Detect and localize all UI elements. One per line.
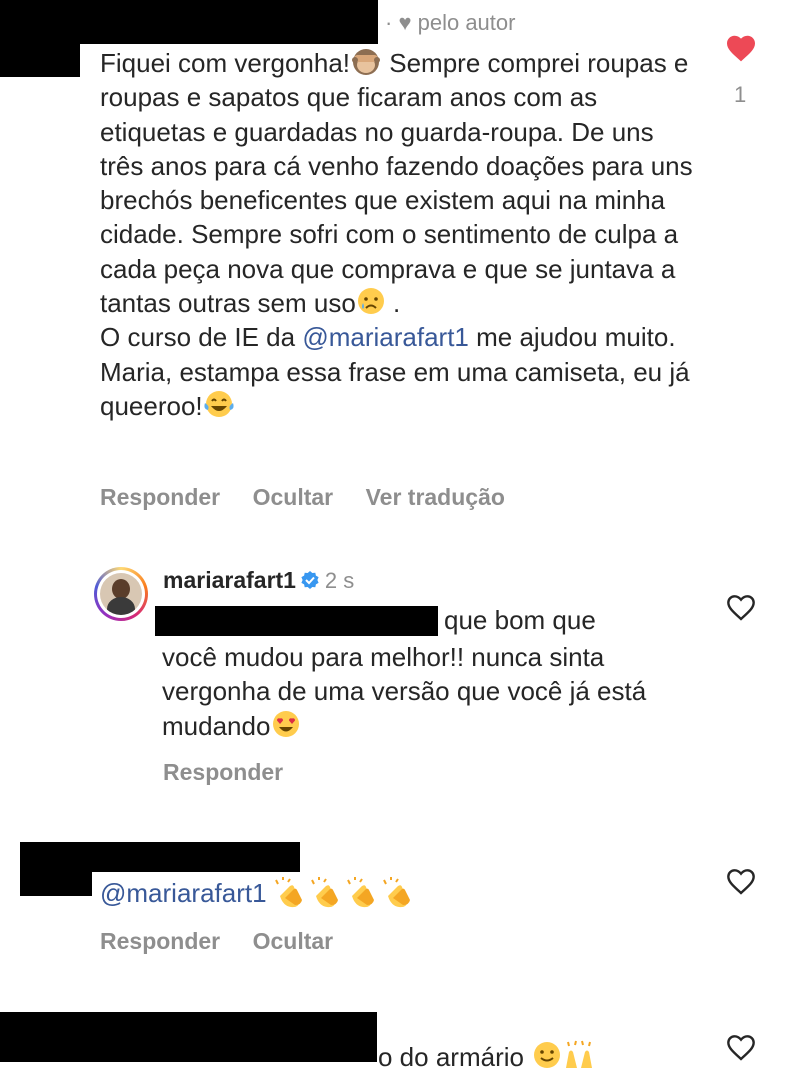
clapping-hands-emoji	[346, 876, 382, 912]
comment-text: Fiquei com vergonha! Sempre comprei roup…	[100, 46, 693, 421]
heart-outline-icon	[727, 1035, 755, 1061]
comment-text-partial: o do armário	[378, 1040, 595, 1074]
hide-button[interactable]: Ocultar	[253, 928, 334, 954]
heart-eyes-emoji	[270, 709, 302, 739]
mention-link[interactable]: @mariarafart1	[302, 322, 469, 352]
reply-button[interactable]: Responder	[163, 759, 283, 786]
like-button[interactable]	[725, 592, 757, 622]
redacted-username	[0, 0, 378, 44]
heart-outline-icon	[727, 595, 755, 621]
reply-header: mariarafart1 2 s	[163, 567, 354, 595]
redacted-username	[0, 1012, 377, 1062]
avatar[interactable]	[94, 567, 148, 621]
smiling-face-emoji	[531, 1040, 563, 1070]
raising-hands-emoji	[563, 1040, 595, 1070]
redacted-mention	[155, 606, 438, 636]
reply-text-first: que bom que	[444, 605, 596, 635]
comment-actions: Responder Ocultar Ver tradução	[100, 484, 505, 511]
clapping-hands-emoji-group	[274, 876, 418, 916]
reply-time: 2 s	[324, 568, 355, 593]
reply-button[interactable]: Responder	[100, 484, 220, 510]
like-count: 1	[734, 82, 747, 107]
tears-of-joy-emoji	[203, 389, 235, 419]
redacted-avatar	[0, 44, 80, 77]
mention-link[interactable]: @mariarafart1	[100, 878, 267, 908]
like-button[interactable]	[725, 866, 757, 896]
comment-actions: Responder Ocultar	[100, 928, 333, 955]
clapping-hands-emoji	[274, 876, 310, 912]
clapping-hands-emoji	[310, 876, 346, 912]
like-button[interactable]	[725, 1032, 757, 1062]
like-button[interactable]	[725, 33, 757, 63]
reply-username[interactable]: mariarafart1	[163, 567, 296, 593]
redacted-avatar	[20, 872, 92, 896]
comment-text: @mariarafart1	[100, 876, 418, 916]
clapping-hands-emoji	[382, 876, 418, 912]
reply-button[interactable]: Responder	[100, 928, 220, 954]
translate-button[interactable]: Ver tradução	[366, 484, 505, 510]
crying-face-emoji	[356, 286, 386, 316]
redacted-username	[20, 842, 300, 872]
see-no-evil-monkey-emoji	[350, 46, 382, 76]
verified-badge-icon	[300, 570, 320, 595]
hide-button[interactable]: Ocultar	[253, 484, 334, 510]
reply-text: você mudou para melhor!! nunca sinta ver…	[162, 642, 647, 741]
heart-outline-icon	[727, 869, 755, 895]
liked-by-author-label: · ♥ pelo autor	[385, 10, 516, 35]
heart-filled-icon	[727, 35, 755, 62]
